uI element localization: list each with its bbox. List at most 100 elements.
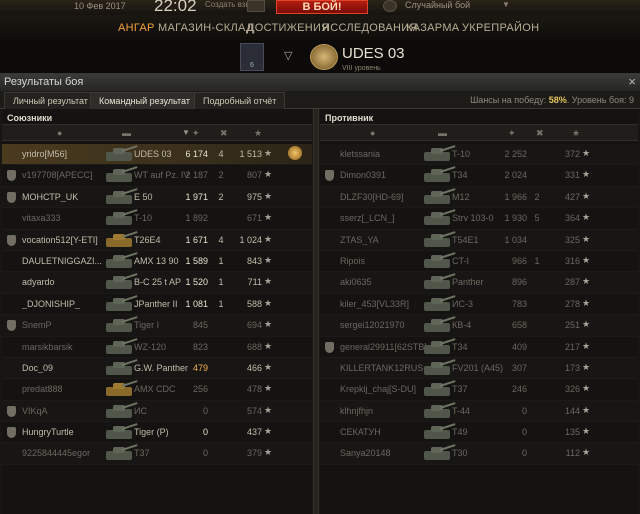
kills-value: 2 bbox=[534, 191, 540, 202]
player-name: aki0635 bbox=[340, 277, 372, 288]
xp-value: 372 bbox=[564, 149, 580, 159]
star-icon: ★ bbox=[582, 404, 591, 415]
clan-emblem-icon bbox=[7, 234, 16, 246]
tank-slot[interactable]: 6 bbox=[240, 43, 264, 71]
vehicle-name: ИС-3 bbox=[452, 298, 473, 309]
platoon-button[interactable] bbox=[247, 0, 265, 12]
xp-value: 364 bbox=[564, 213, 580, 224]
menu-hangar[interactable]: АНГАР bbox=[118, 22, 155, 34]
damage-icon[interactable]: ✦ bbox=[508, 128, 516, 139]
tank-icon bbox=[102, 144, 138, 164]
player-name: DAULETNIGGAZI... bbox=[22, 255, 103, 266]
player-row[interactable]: predat888 AMX CDC 256 478 ★ bbox=[2, 379, 312, 401]
vehicle-name: T34 bbox=[452, 170, 468, 181]
person-icon[interactable]: ● bbox=[57, 128, 62, 138]
medal-icon[interactable] bbox=[288, 146, 302, 160]
player-row[interactable]: vitaxa333 T-10 1 892 671 ★ bbox=[2, 208, 312, 230]
tank-icon bbox=[102, 379, 138, 399]
tank-icon bbox=[102, 358, 138, 378]
player-name: SnemP bbox=[22, 320, 52, 331]
player-name: _DJONISHIP_ bbox=[22, 298, 81, 309]
player-row[interactable]: KILLERTANK12RUS FV201 (A45) 307 173 ★ bbox=[320, 357, 638, 380]
damage-value: 1 589 bbox=[185, 255, 208, 266]
star-icon[interactable]: ★ bbox=[572, 128, 580, 139]
player-row[interactable]: МОНСТР_UK E 50 1 971 2 975 ★ bbox=[2, 186, 312, 209]
damage-value: 409 bbox=[511, 341, 527, 352]
player-row[interactable]: DLZF30[HD-69] M12 1 966 2 427 ★ bbox=[320, 186, 638, 209]
battle-button[interactable]: В БОЙ! bbox=[276, 0, 368, 14]
player-row[interactable]: _DJONISHIP_ JPanther II 1 081 1 588 ★ bbox=[2, 294, 312, 316]
player-name: VIKqA bbox=[22, 405, 48, 416]
star-icon[interactable]: ★ bbox=[254, 128, 262, 139]
player-row[interactable]: sergei12021970 КВ-4 658 251 ★ bbox=[320, 315, 638, 337]
star-icon: ★ bbox=[264, 254, 273, 265]
player-row[interactable]: adyardo B-C 25 t AP 1 520 1 711 ★ bbox=[2, 272, 312, 294]
player-name: adyardo bbox=[22, 277, 55, 288]
sort-icon[interactable]: ▼ bbox=[182, 128, 190, 137]
tank-icon bbox=[420, 165, 456, 185]
damage-value: 246 bbox=[511, 384, 527, 395]
player-row[interactable]: 9225844445egor T37 0 379 ★ bbox=[2, 443, 312, 465]
panel-divider bbox=[313, 109, 319, 514]
player-row[interactable]: VIKqA ИС 0 574 ★ bbox=[2, 400, 312, 423]
player-row[interactable]: klhnjfhjn T-44 0 144 ★ bbox=[320, 400, 638, 423]
damage-value: 966 bbox=[511, 255, 527, 266]
person-icon[interactable]: ● bbox=[370, 128, 375, 138]
tank-icon bbox=[102, 251, 138, 271]
tab-detailed[interactable]: Подробный отчёт bbox=[194, 92, 286, 109]
window-title: Результаты боя bbox=[4, 76, 84, 88]
player-row[interactable]: Dimon0391 T34 2 024 331 ★ bbox=[320, 165, 638, 187]
player-row[interactable]: Ripois CT-I 966 1 316 ★ bbox=[320, 251, 638, 273]
tank-icon bbox=[102, 208, 138, 228]
clock-text: 22:02 bbox=[154, 0, 197, 15]
damage-icon[interactable]: ✦ bbox=[192, 128, 200, 139]
xp-value: 427 bbox=[564, 191, 580, 202]
player-row[interactable]: sserz[_LCN_] Strv 103-0 1 930 5 364 ★ bbox=[320, 208, 638, 230]
player-row[interactable]: SnemP Tiger I 845 694 ★ bbox=[2, 315, 312, 337]
tank-icon bbox=[420, 208, 456, 228]
close-icon[interactable]: × bbox=[628, 74, 636, 89]
menu-achievements[interactable]: ДОСТИЖЕНИЯ bbox=[247, 22, 330, 34]
xp-value: 574 bbox=[246, 405, 262, 416]
tank-icon bbox=[420, 358, 456, 378]
player-row[interactable]: HungryTurtle Tiger (P) 0 437 ★ bbox=[2, 422, 312, 444]
player-row[interactable]: marsikbarsik WZ-120 823 688 ★ bbox=[2, 337, 312, 358]
player-row[interactable]: Sanya20148 T30 0 112 ★ bbox=[320, 443, 638, 465]
player-row[interactable]: DAULETNIGGAZI... AMX 13 90 1 589 1 843 ★ bbox=[2, 251, 312, 273]
player-row[interactable]: v197708[APECC] WT auf Pz. IV 2 187 2 807 ★ bbox=[2, 165, 312, 187]
player-name: МОНСТР_UK bbox=[22, 191, 79, 202]
kills-icon[interactable]: ✖ bbox=[536, 128, 544, 139]
kills-icon[interactable]: ✖ bbox=[220, 128, 228, 139]
player-row[interactable]: general29911[62STB] T34 409 217 ★ bbox=[320, 337, 638, 358]
player-row[interactable]: ZTAS_YA T54E1 1 034 325 ★ bbox=[320, 229, 638, 251]
menu-barracks[interactable]: КАЗАРМА bbox=[406, 22, 459, 34]
player-row[interactable]: kletssania T-10 2 252 372 ★ bbox=[320, 144, 638, 166]
player-row[interactable]: vocation512[Y-ETI] T26E4 1 671 4 1 024 ★ bbox=[2, 229, 312, 251]
vehicle-name: CT-I bbox=[452, 255, 469, 266]
player-row[interactable]: kiler_453[VL33R] ИС-3 783 278 ★ bbox=[320, 294, 638, 316]
menu-shop[interactable]: МАГАЗИН-СКЛАД bbox=[158, 22, 254, 34]
player-row[interactable]: Krepkij_chaj[S-DU] T37 246 326 ★ bbox=[320, 379, 638, 401]
battle-mode-icon[interactable] bbox=[383, 0, 397, 12]
chevron-down-icon[interactable]: ▼ bbox=[502, 0, 510, 9]
player-row[interactable]: yridro[M56] UDES 03 6 174 4 1 513 ★ bbox=[2, 144, 312, 166]
player-row[interactable]: СЕКАТУН T49 0 135 ★ bbox=[320, 422, 638, 444]
tab-team[interactable]: Командный результат bbox=[90, 92, 199, 109]
menu-stronghold[interactable]: УКРЕПРАЙОН bbox=[462, 22, 539, 34]
vehicle-name: T37 bbox=[134, 448, 150, 459]
player-row[interactable]: Doc_09 G.W. Panther 479 466 ★ bbox=[2, 357, 312, 380]
win-chance-value: 58% bbox=[548, 95, 567, 105]
tank-icon bbox=[420, 230, 456, 250]
player-name: marsikbarsik bbox=[22, 341, 73, 352]
triangle-icon[interactable]: ▽ bbox=[284, 49, 292, 62]
battle-mode-select[interactable]: Случайный бой bbox=[405, 0, 470, 10]
player-row[interactable]: aki0635 Panther 896 287 ★ bbox=[320, 272, 638, 294]
vehicle-name: UDES 03 bbox=[134, 149, 172, 159]
damage-value: 256 bbox=[192, 384, 208, 395]
menu-research[interactable]: ИССЛЕДОВАНИЯ bbox=[322, 22, 418, 34]
damage-value: 0 bbox=[202, 448, 208, 459]
tank-icon bbox=[420, 337, 456, 357]
tank-icon[interactable]: ▬ bbox=[122, 128, 131, 138]
tab-personal[interactable]: Личный результат bbox=[4, 92, 97, 109]
tank-icon[interactable]: ▬ bbox=[438, 128, 447, 138]
